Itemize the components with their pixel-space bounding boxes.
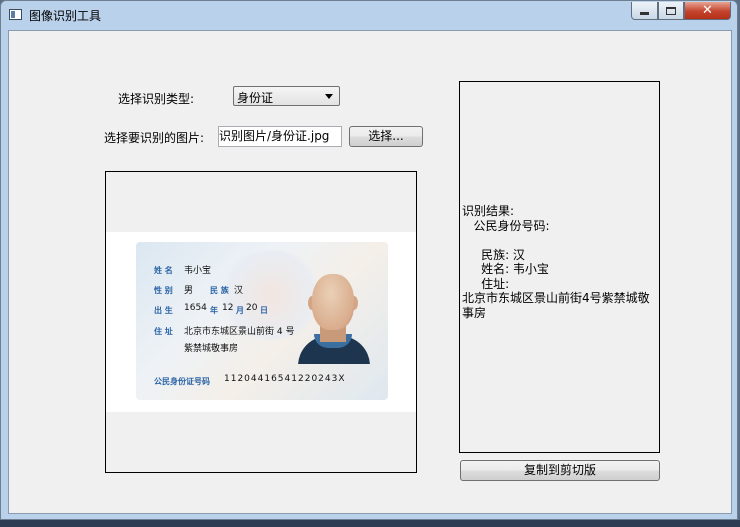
- card-address-line1: 北京市东城区景山前街 4 号: [184, 327, 295, 337]
- taskbar-strip: [0, 520, 740, 527]
- maximize-button[interactable]: [658, 2, 684, 20]
- type-label: 选择识别类型:: [118, 92, 195, 106]
- copy-to-clipboard-button[interactable]: 复制到剪切版: [460, 460, 660, 481]
- type-select[interactable]: 身份证: [233, 86, 340, 106]
- card-address-label: 住 址: [154, 327, 173, 336]
- card-photo: [292, 264, 376, 364]
- card-birth-year: 1654: [184, 303, 207, 313]
- minimize-button[interactable]: [631, 2, 658, 20]
- result-textbox[interactable]: 识别结果: 公民身份号码: 民族: 汉 姓名: 韦小宝 住址: 北京市东城区景山…: [459, 81, 660, 453]
- image-path-field[interactable]: 识别图片/身份证.jpg: [218, 126, 342, 147]
- card-birth-month: 12: [222, 303, 234, 313]
- result-text: 识别结果: 公民身份号码: 民族: 汉 姓名: 韦小宝 住址: 北京市东城区景山…: [462, 204, 650, 320]
- card-sex-value: 男: [184, 286, 194, 296]
- card-ethnic-value: 汉: [234, 286, 244, 296]
- image-preview: 姓 名 韦小宝 性 别 男 民 族 汉 出 生 1654 年 12 月 20 日…: [105, 171, 417, 473]
- image-label: 选择要识别的图片:: [104, 131, 205, 145]
- minimize-icon: [640, 12, 649, 15]
- card-id-value: 11204416541220243X: [224, 374, 346, 384]
- close-icon: ✕: [702, 3, 713, 18]
- window-title: 图像识别工具: [29, 9, 102, 23]
- card-ethnic-label: 民 族: [210, 286, 229, 295]
- card-name-label: 姓 名: [154, 266, 173, 275]
- card-birth-day: 20: [246, 303, 258, 313]
- card-address-line2: 紫禁城敬事房: [184, 344, 239, 354]
- title-bar[interactable]: 图像识别工具 ✕: [1, 1, 737, 29]
- chevron-down-icon[interactable]: [325, 94, 333, 99]
- main-window: 图像识别工具 ✕ 选择识别类型: 身份证 选择要识别的图片: 识别图片/身份证.…: [0, 0, 738, 520]
- maximize-icon: [666, 6, 676, 15]
- card-sex-label: 性 别: [154, 286, 173, 295]
- card-year-char: 年: [210, 306, 218, 315]
- choose-image-button[interactable]: 选择...: [349, 126, 423, 147]
- card-birth-label: 出 生: [154, 306, 173, 315]
- image-path-value: 识别图片/身份证.jpg: [219, 129, 330, 143]
- image-canvas: 姓 名 韦小宝 性 别 男 民 族 汉 出 生 1654 年 12 月 20 日…: [106, 232, 416, 412]
- card-day-char: 日: [260, 306, 268, 315]
- client-area: 选择识别类型: 身份证 选择要识别的图片: 识别图片/身份证.jpg 选择...…: [8, 30, 732, 514]
- id-card-image: 姓 名 韦小宝 性 别 男 民 族 汉 出 生 1654 年 12 月 20 日…: [136, 242, 388, 400]
- photo-head: [312, 274, 354, 330]
- type-select-value: 身份证: [237, 91, 274, 105]
- card-name-value: 韦小宝: [184, 266, 212, 276]
- card-month-char: 月: [236, 306, 244, 315]
- app-icon: [9, 9, 22, 20]
- close-button[interactable]: ✕: [684, 2, 731, 20]
- card-id-label: 公民身份证号码: [154, 377, 210, 386]
